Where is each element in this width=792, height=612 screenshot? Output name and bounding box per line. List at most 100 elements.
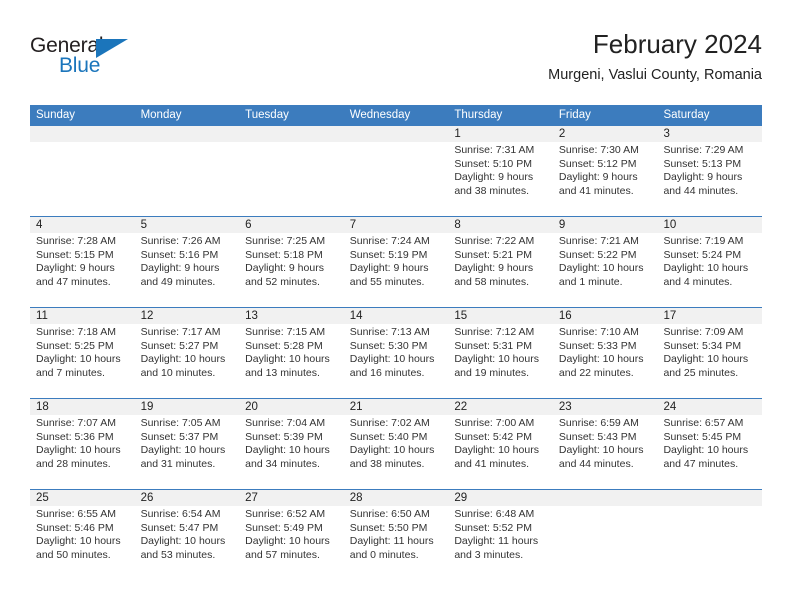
day-cell[interactable]: Sunrise: 6:55 AM Sunset: 5:46 PM Daylight:… <box>30 506 135 592</box>
day-number[interactable]: 29 <box>448 490 553 506</box>
day-cell[interactable]: Sunrise: 7:05 AM Sunset: 5:37 PM Daylight:… <box>135 415 240 489</box>
day-cell[interactable]: Sunrise: 7:07 AM Sunset: 5:36 PM Daylight:… <box>30 415 135 489</box>
day-number[interactable]: 11 <box>30 308 135 324</box>
day-cell[interactable]: Sunrise: 7:15 AM Sunset: 5:28 PM Daylight:… <box>239 324 344 398</box>
day-daylight-line2-text: and 41 minutes. <box>454 457 530 470</box>
day-number[interactable]: 7 <box>344 217 449 233</box>
day-daylight-line1-text: Daylight: 10 hours <box>245 353 330 365</box>
day-daylight-line1-text: Daylight: 11 hours <box>454 535 539 547</box>
day-number[interactable]: 12 <box>135 308 240 324</box>
day-cell[interactable]: Sunrise: 7:18 AM Sunset: 5:25 PM Daylight:… <box>30 324 135 398</box>
day-cell[interactable]: Sunrise: 6:48 AM Sunset: 5:52 PM Daylight:… <box>448 506 553 592</box>
day-daylight-line2-text: and 50 minutes. <box>36 548 111 561</box>
day-cell[interactable]: Sunrise: 6:50 AM Sunset: 5:50 PM Daylight:… <box>344 506 449 592</box>
day-cell[interactable]: Sunrise: 7:17 AM Sunset: 5:27 PM Daylight:… <box>135 324 240 398</box>
day-sunset-text: Sunset: 5:47 PM <box>140 521 219 534</box>
day-daylight-line2-text: and 57 minutes. <box>245 548 320 561</box>
day-number[interactable]: 13 <box>239 308 344 324</box>
weekday-header-row: Sunday Monday Tuesday Wednesday Thursday Frid… <box>30 105 762 126</box>
day-cell[interactable]: Sunrise: 7:21 AM Sunset: 5:22 PM Daylight:… <box>553 233 658 307</box>
day-number[interactable]: 26 <box>135 490 240 506</box>
day-cell[interactable]: Sunrise: 7:09 AM Sunset: 5:34 PM Daylight:… <box>657 324 762 398</box>
day-cell[interactable]: Sunrise: 7:02 AM Sunset: 5:40 PM Daylight:… <box>344 415 449 489</box>
day-number[interactable]: 23 <box>553 399 658 415</box>
day-daylight-line1-text: Daylight: 10 hours <box>558 262 644 274</box>
day-sunrise-text: Sunrise: 7:18 AM <box>36 326 116 338</box>
day-daylight-line2-text: and 19 minutes. <box>454 366 530 379</box>
day-daylight-line1-text: Daylight: 10 hours <box>558 444 644 456</box>
day-cell[interactable]: Sunrise: 7:29 AM Sunset: 5:13 PM Daylight:… <box>657 142 762 216</box>
day-daylight-line2-text: and 41 minutes. <box>558 184 634 197</box>
day-detail-band: Sunrise: 7:28 AM Sunset: 5:15 PM Daylight:… <box>30 233 762 307</box>
day-cell[interactable]: Sunrise: 7:12 AM Sunset: 5:31 PM Daylight:… <box>448 324 553 398</box>
day-sunrise-text: Sunrise: 7:31 AM <box>454 144 535 156</box>
day-cell-empty <box>344 142 449 216</box>
day-number[interactable]: 15 <box>448 308 553 324</box>
day-number[interactable]: 8 <box>448 217 553 233</box>
day-number-band: 4 5 6 7 8 9 10 <box>30 217 762 233</box>
generalblue-logo[interactable]: General Blue <box>30 34 150 80</box>
day-sunrise-text: Sunrise: 7:04 AM <box>245 417 326 429</box>
day-number[interactable]: 20 <box>239 399 344 415</box>
day-cell[interactable]: Sunrise: 7:28 AM Sunset: 5:15 PM Daylight:… <box>30 233 135 307</box>
day-cell[interactable]: Sunrise: 6:59 AM Sunset: 5:43 PM Daylight:… <box>553 415 658 489</box>
day-number[interactable]: 2 <box>553 126 658 142</box>
day-cell[interactable]: Sunrise: 7:31 AM Sunset: 5:10 PM Daylight:… <box>448 142 553 216</box>
day-cell-empty <box>553 506 658 592</box>
day-cell[interactable]: Sunrise: 7:26 AM Sunset: 5:16 PM Daylight:… <box>135 233 240 307</box>
day-number[interactable]: 27 <box>239 490 344 506</box>
day-cell[interactable]: Sunrise: 7:04 AM Sunset: 5:39 PM Daylight:… <box>239 415 344 489</box>
day-daylight-line2-text: and 47 minutes. <box>36 275 111 288</box>
weekday-header-thursday: Thursday <box>454 109 503 121</box>
day-cell[interactable]: Sunrise: 7:24 AM Sunset: 5:19 PM Daylight:… <box>344 233 449 307</box>
day-number[interactable]: 21 <box>344 399 449 415</box>
day-number[interactable]: 24 <box>657 399 762 415</box>
day-sunset-text: Sunset: 5:13 PM <box>663 157 742 170</box>
day-number[interactable]: 18 <box>30 399 135 415</box>
day-number[interactable]: 9 <box>553 217 658 233</box>
day-daylight-line2-text: and 31 minutes. <box>140 457 216 470</box>
day-sunset-text: Sunset: 5:43 PM <box>558 430 637 443</box>
day-number[interactable]: 3 <box>657 126 762 142</box>
day-number[interactable]: 22 <box>448 399 553 415</box>
day-sunset-text: Sunset: 5:10 PM <box>454 157 532 170</box>
day-number[interactable]: 25 <box>30 490 135 506</box>
day-cell-empty <box>657 506 762 592</box>
day-number-band: 11 12 13 14 15 16 17 <box>30 308 762 324</box>
day-number[interactable]: 28 <box>344 490 449 506</box>
day-cell[interactable]: Sunrise: 6:57 AM Sunset: 5:45 PM Daylight:… <box>657 415 762 489</box>
day-number[interactable]: 17 <box>657 308 762 324</box>
day-sunrise-text: Sunrise: 7:21 AM <box>558 235 639 247</box>
day-number[interactable]: 10 <box>657 217 762 233</box>
day-number[interactable]: 5 <box>135 217 240 233</box>
day-cell[interactable]: Sunrise: 7:13 AM Sunset: 5:30 PM Daylight:… <box>344 324 449 398</box>
day-cell[interactable]: Sunrise: 7:10 AM Sunset: 5:33 PM Daylight:… <box>553 324 658 398</box>
day-cell[interactable]: Sunrise: 7:22 AM Sunset: 5:21 PM Daylight:… <box>448 233 553 307</box>
day-number[interactable]: 19 <box>135 399 240 415</box>
day-number[interactable]: 4 <box>30 217 135 233</box>
day-cell[interactable]: Sunrise: 7:19 AM Sunset: 5:24 PM Daylight:… <box>657 233 762 307</box>
day-sunset-text: Sunset: 5:36 PM <box>36 430 114 443</box>
day-cell[interactable]: Sunrise: 6:52 AM Sunset: 5:49 PM Daylight:… <box>239 506 344 592</box>
calendar-grid: Sunday Monday Tuesday Wednesday Thursday Frid… <box>30 105 762 592</box>
weekday-header-friday: Friday <box>558 109 591 121</box>
day-sunset-text: Sunset: 5:39 PM <box>245 430 323 443</box>
day-number[interactable]: 16 <box>553 308 658 324</box>
day-sunset-text: Sunset: 5:27 PM <box>140 339 219 352</box>
day-number[interactable]: 14 <box>344 308 449 324</box>
day-number[interactable]: 6 <box>239 217 344 233</box>
day-daylight-line1-text: Daylight: 10 hours <box>245 535 330 547</box>
day-cell[interactable]: Sunrise: 7:25 AM Sunset: 5:18 PM Daylight:… <box>239 233 344 307</box>
logo-text-blue: Blue <box>59 54 101 77</box>
day-sunrise-text: Sunrise: 7:19 AM <box>663 235 744 247</box>
day-daylight-line2-text: and 49 minutes. <box>140 275 216 288</box>
day-detail-band: Sunrise: 7:31 AM Sunset: 5:10 PM Daylight:… <box>30 142 762 216</box>
day-cell[interactable]: Sunrise: 7:00 AM Sunset: 5:42 PM Daylight:… <box>448 415 553 489</box>
day-cell[interactable]: Sunrise: 7:30 AM Sunset: 5:12 PM Daylight:… <box>553 142 658 216</box>
day-number-empty <box>135 126 240 142</box>
day-cell[interactable]: Sunrise: 6:54 AM Sunset: 5:47 PM Daylight:… <box>135 506 240 592</box>
day-sunset-text: Sunset: 5:16 PM <box>140 248 219 261</box>
day-daylight-line2-text: and 25 minutes. <box>663 366 739 379</box>
day-number[interactable]: 1 <box>448 126 553 142</box>
day-daylight-line2-text: and 28 minutes. <box>36 457 111 470</box>
